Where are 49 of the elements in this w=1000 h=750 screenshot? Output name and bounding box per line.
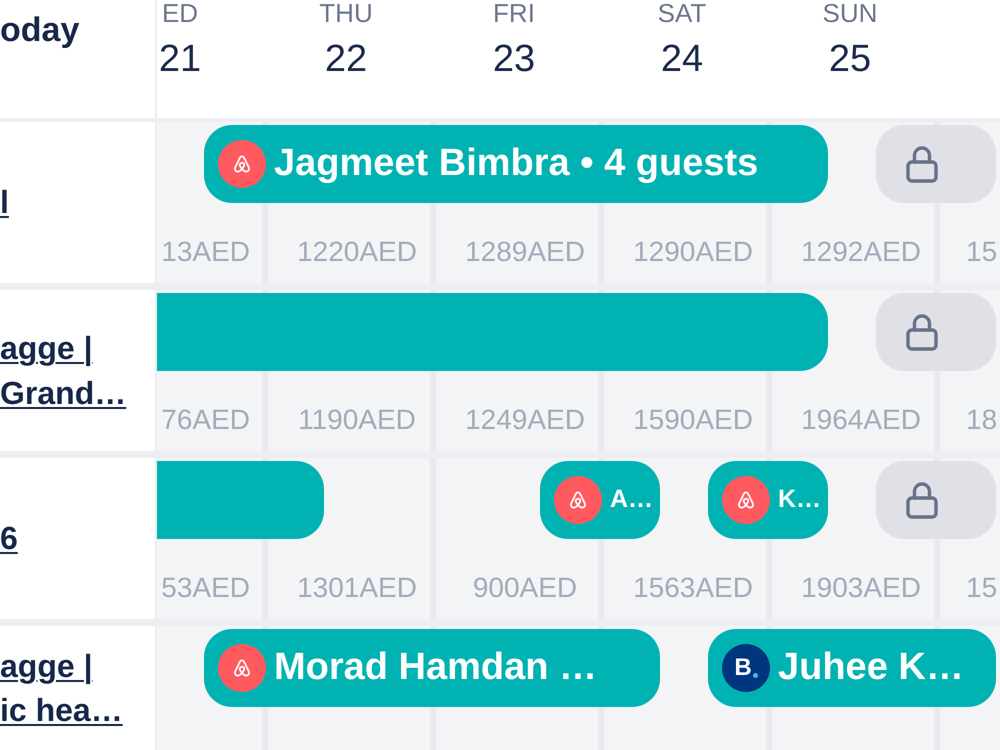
price-label: 53AED <box>161 571 250 605</box>
loop-logo-icon <box>218 140 266 188</box>
weekday-label: THU <box>319 0 373 26</box>
price-label: 13AED <box>161 235 250 269</box>
listing-link[interactable]: l <box>0 180 9 225</box>
date-number: 23 <box>492 40 536 78</box>
price-label: 1249AED <box>465 403 585 437</box>
price-label: 1964AED <box>801 403 921 437</box>
date-number: 25 <box>828 40 872 78</box>
reservation-bar[interactable]: B Juhee K… <box>708 629 996 707</box>
price-label: 1590AED <box>633 403 753 437</box>
listing-link[interactable]: 6 <box>0 516 18 561</box>
price-label: 1301AED <box>297 571 417 605</box>
weekday-label: ED <box>162 0 198 26</box>
price-label: 1292AED <box>801 235 921 269</box>
blocked-period[interactable] <box>876 125 996 203</box>
lock-icon <box>906 145 938 183</box>
price-label: 1289AED <box>465 235 585 269</box>
price-label: 1903AED <box>801 571 921 605</box>
price-label: 18 <box>966 403 998 437</box>
weekday-label: SAT <box>658 0 706 26</box>
loop-logo-icon <box>554 476 602 524</box>
reservation-bar[interactable] <box>157 461 324 539</box>
weekday-label: SUN <box>822 0 878 26</box>
price-label: 76AED <box>161 403 250 437</box>
letter-logo: B <box>722 644 770 692</box>
blocked-period[interactable] <box>876 461 996 539</box>
price-label: 1220AED <box>297 235 417 269</box>
loop-logo-icon <box>218 644 266 692</box>
guest-label: Juhee K… <box>778 647 964 689</box>
price-label: 15 <box>966 235 998 269</box>
blocked-period[interactable] <box>876 293 996 371</box>
lock-icon <box>906 313 938 351</box>
loop-logo-icon <box>722 476 770 524</box>
price-label: 15 <box>966 571 998 605</box>
guest-label: Jagmeet Bimbra • 4 guests <box>274 143 758 185</box>
guest-label: K… <box>778 486 822 514</box>
price-label: 1563AED <box>633 571 753 605</box>
price-label: 1190AED <box>298 403 416 437</box>
today-button[interactable]: oday <box>0 10 84 51</box>
date-number: 22 <box>324 40 368 78</box>
price-label: 1290AED <box>633 235 753 269</box>
weekday-label: FRI <box>493 0 535 26</box>
lock-icon <box>906 481 938 519</box>
price-label: 900AED <box>472 571 578 605</box>
guest-label: A… <box>610 486 654 514</box>
date-number: 21 <box>158 40 202 78</box>
date-number: 24 <box>660 40 704 78</box>
guest-label: Morad Hamdan … <box>274 647 598 689</box>
